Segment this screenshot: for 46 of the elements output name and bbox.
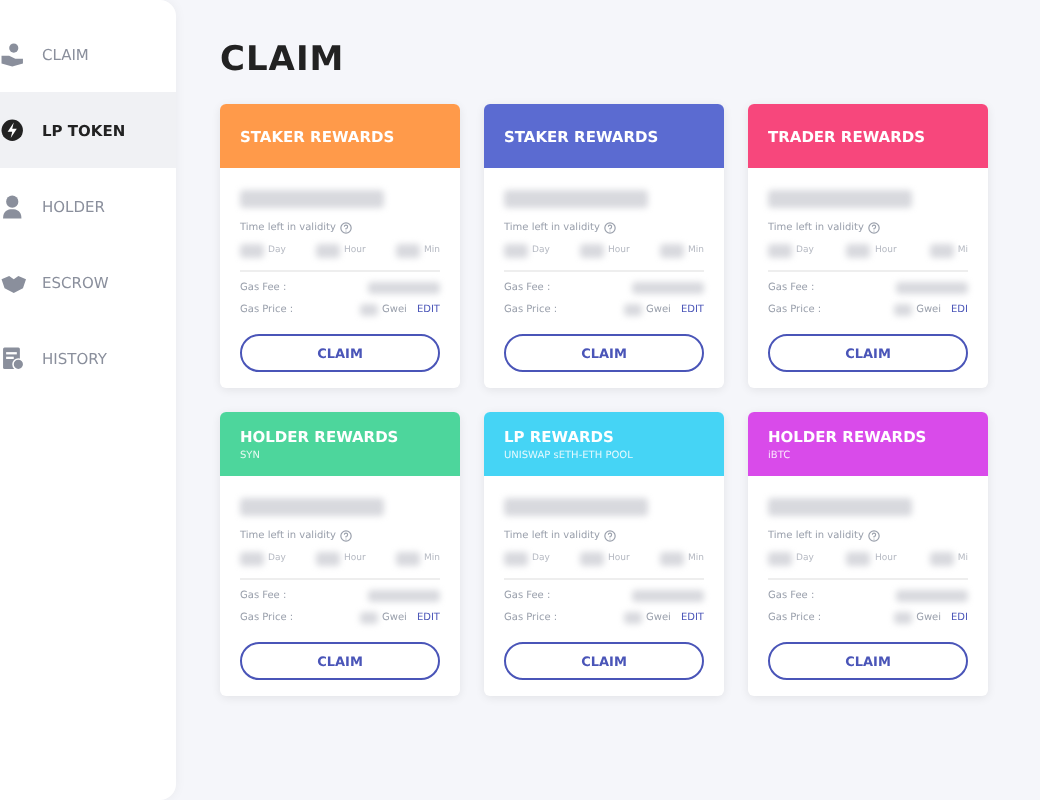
blurred-value (659, 552, 684, 566)
blurred-value (896, 590, 968, 602)
help-icon (603, 222, 616, 234)
blurred-value (894, 304, 913, 316)
blurred-value (624, 304, 643, 316)
hand-icon (0, 41, 26, 67)
blurred-value (894, 612, 913, 624)
blurred-value (624, 612, 643, 624)
blurred-value (240, 190, 384, 208)
blurred-value (395, 552, 420, 566)
blurred-value (929, 552, 954, 566)
blurred-value (368, 282, 440, 294)
blurred-value (768, 190, 912, 208)
page-title: CLAIM (220, 40, 347, 80)
help-icon (339, 530, 352, 542)
blurred-value (580, 552, 605, 566)
blurred-value (240, 244, 264, 258)
blurred-value (768, 552, 792, 566)
blurred-value (929, 244, 954, 258)
help-icon (867, 530, 880, 542)
blurred-value (240, 552, 264, 566)
help-icon (339, 222, 352, 234)
blurred-value (632, 282, 704, 294)
blurred-value (504, 552, 528, 566)
help-icon (603, 530, 616, 542)
help-icon (867, 222, 880, 234)
blurred-value (504, 190, 648, 208)
blurred-value (316, 244, 341, 258)
blurred-value (580, 244, 605, 258)
coin-icon (0, 117, 26, 143)
blurred-value (316, 552, 341, 566)
person-icon (0, 193, 26, 219)
blurred-value (768, 244, 792, 258)
blurred-value (240, 498, 384, 516)
blurred-value (368, 590, 440, 602)
blurred-value (896, 282, 968, 294)
blurred-value (846, 244, 871, 258)
blurred-value (504, 244, 528, 258)
blurred-value (659, 244, 684, 258)
blurred-value (395, 244, 420, 258)
blurred-value (504, 498, 648, 516)
blurred-value (360, 304, 379, 316)
blurred-value (846, 552, 871, 566)
blurred-value (360, 612, 379, 624)
blurred-value (632, 590, 704, 602)
blurred-value (768, 498, 912, 516)
